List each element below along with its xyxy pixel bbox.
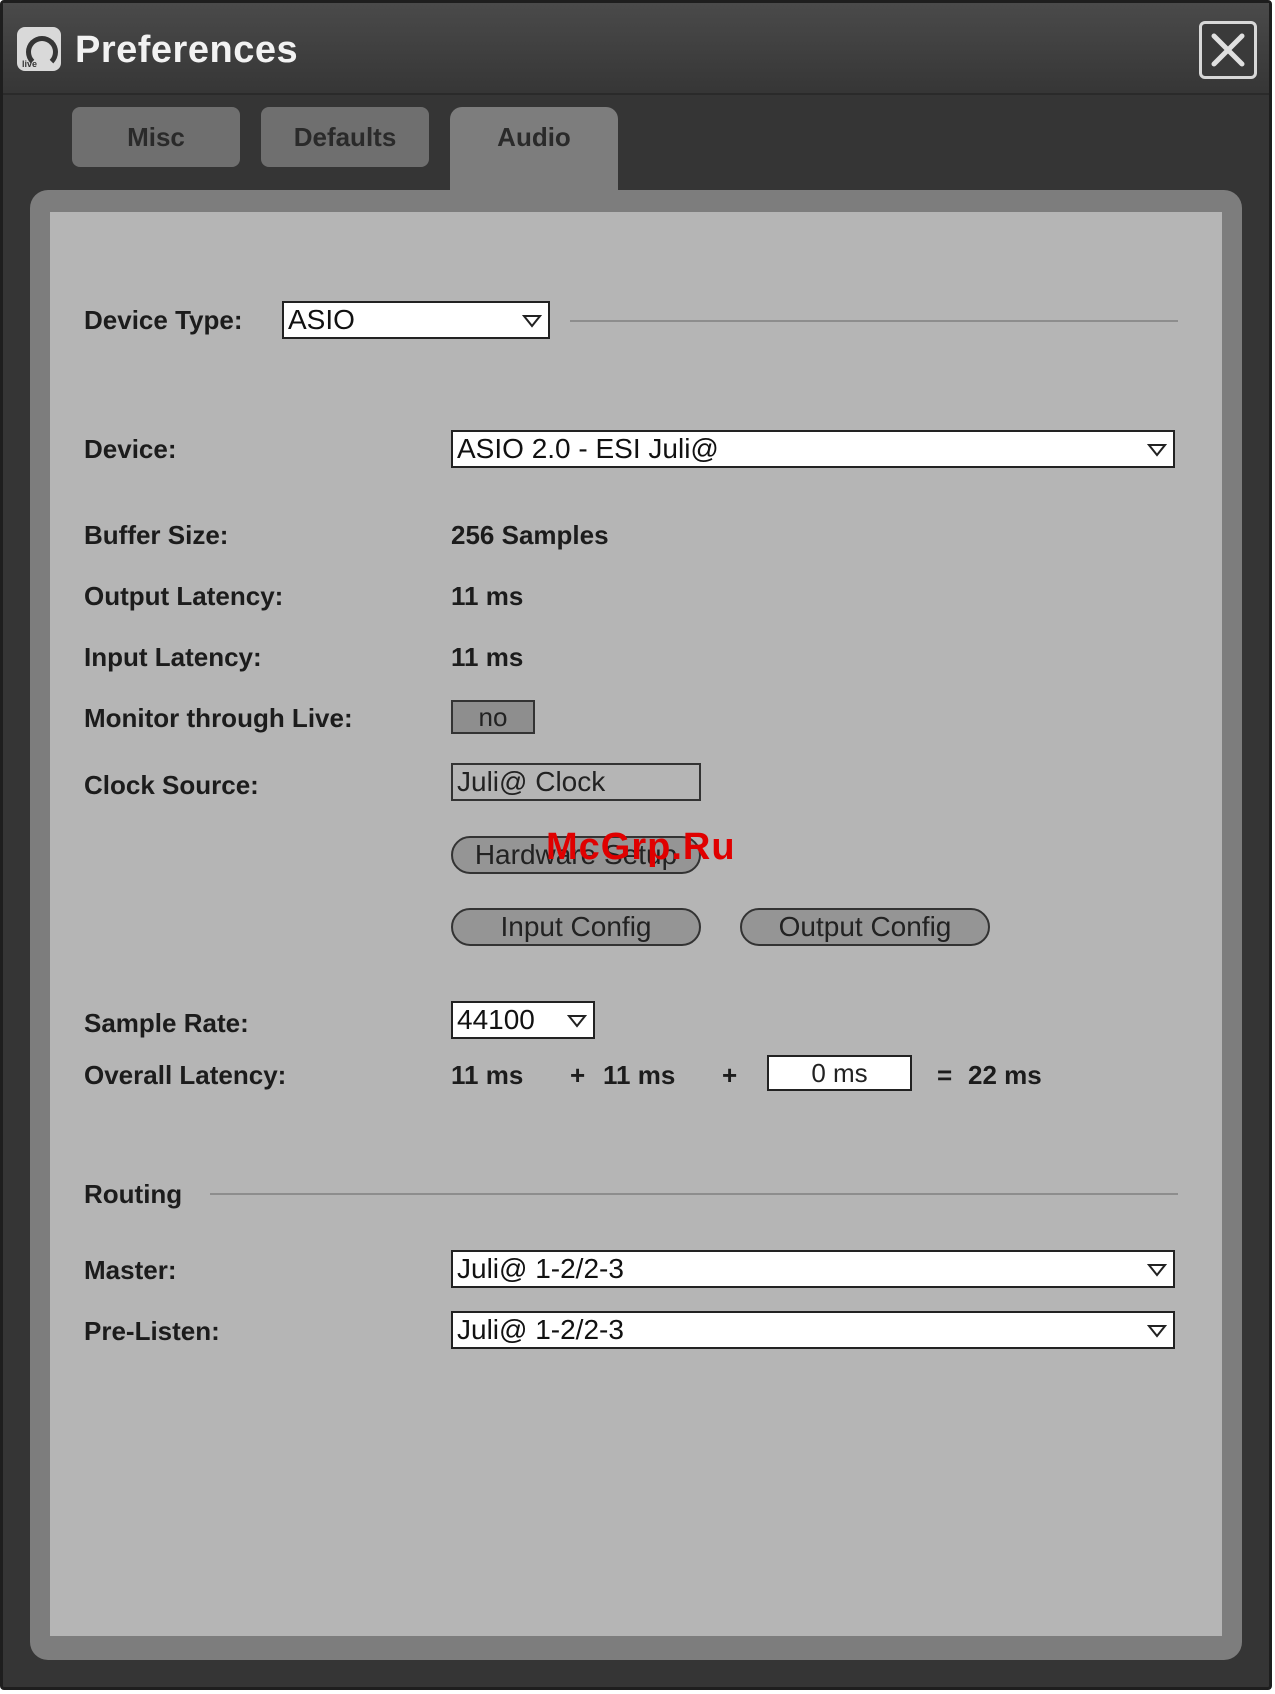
tab-audio[interactable]: Audio — [450, 107, 618, 207]
buffer-size-value: 256 Samples — [451, 520, 609, 550]
overall-latency-plus-1: + — [570, 1060, 586, 1090]
clock-source-value: Juli@ Clock — [451, 763, 701, 801]
master-label: Master: — [84, 1255, 177, 1285]
routing-divider — [210, 1193, 1178, 1195]
clock-source-label: Clock Source: — [84, 770, 259, 800]
monitor-toggle[interactable]: no — [451, 700, 535, 734]
overall-latency-total: 22 ms — [968, 1060, 1042, 1090]
overall-latency-input: 11 ms — [451, 1060, 524, 1090]
device-type-label: Device Type: — [84, 305, 243, 335]
tab-audio-label: Audio — [497, 121, 571, 152]
input-config-button[interactable]: Input Config — [451, 908, 701, 946]
tab-misc[interactable]: Misc — [72, 107, 240, 167]
watermark: McGrp.Ru — [546, 826, 736, 868]
device-select[interactable]: ASIO 2.0 - ESI Juli@ — [451, 430, 1175, 468]
pre-listen-label: Pre-Listen: — [84, 1316, 220, 1346]
monitor-label: Monitor through Live: — [84, 703, 353, 733]
buffer-size-label: Buffer Size: — [84, 520, 229, 550]
output-latency-value: 11 ms — [451, 581, 524, 611]
sample-rate-label: Sample Rate: — [84, 1008, 249, 1038]
title-bar[interactable]: Preferences — [3, 3, 1269, 95]
output-config-button[interactable]: Output Config — [740, 908, 990, 946]
input-latency-value: 11 ms — [451, 642, 524, 672]
device-type-divider — [570, 320, 1178, 322]
sample-rate-select[interactable]: 44100 — [451, 1001, 595, 1039]
master-select[interactable]: Juli@ 1-2/2-3 — [451, 1250, 1175, 1288]
device-label: Device: — [84, 434, 177, 464]
routing-heading: Routing — [84, 1179, 183, 1209]
chevron-down-icon — [522, 315, 542, 328]
sample-rate-value: 44100 — [457, 1004, 535, 1035]
overall-latency-output: 11 ms — [603, 1060, 676, 1090]
live-app-icon — [17, 27, 61, 71]
close-button[interactable] — [1199, 21, 1257, 79]
chevron-down-icon — [1147, 1264, 1167, 1277]
overall-latency-extra-input[interactable]: 0 ms — [767, 1055, 912, 1091]
tab-defaults[interactable]: Defaults — [261, 107, 429, 167]
overall-latency-label: Overall Latency: — [84, 1060, 287, 1090]
device-type-value: ASIO — [288, 304, 355, 335]
window-title: Preferences — [75, 29, 299, 71]
pre-listen-value: Juli@ 1-2/2-3 — [457, 1314, 624, 1345]
chevron-down-icon — [567, 1015, 587, 1028]
pre-listen-select[interactable]: Juli@ 1-2/2-3 — [451, 1311, 1175, 1349]
chevron-down-icon — [1147, 444, 1167, 457]
overall-latency-equals: = — [937, 1060, 953, 1090]
input-latency-label: Input Latency: — [84, 642, 262, 672]
device-value: ASIO 2.0 - ESI Juli@ — [457, 433, 719, 464]
device-type-select[interactable]: ASIO — [282, 301, 550, 339]
chevron-down-icon — [1147, 1325, 1167, 1338]
master-value: Juli@ 1-2/2-3 — [457, 1253, 624, 1284]
overall-latency-plus-2: + — [722, 1060, 738, 1090]
close-icon — [1211, 33, 1245, 67]
output-latency-label: Output Latency: — [84, 581, 284, 611]
